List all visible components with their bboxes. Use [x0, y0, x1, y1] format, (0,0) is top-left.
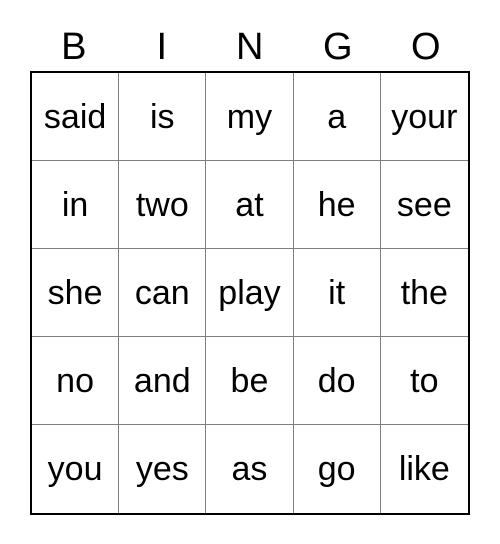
- bingo-cell[interactable]: can: [119, 249, 207, 336]
- bingo-cell[interactable]: yes: [119, 425, 207, 513]
- bingo-cell[interactable]: he: [294, 161, 381, 248]
- bingo-cell[interactable]: be: [206, 337, 294, 424]
- bingo-row: you yes as go like: [32, 425, 468, 513]
- bingo-cell[interactable]: you: [32, 425, 120, 513]
- bingo-cell[interactable]: as: [206, 425, 294, 513]
- bingo-cell[interactable]: do: [294, 337, 381, 424]
- bingo-cell[interactable]: at: [206, 161, 294, 248]
- bingo-cell[interactable]: a: [294, 73, 381, 160]
- bingo-cell[interactable]: play: [206, 249, 294, 336]
- bingo-header-letter-n: N: [236, 26, 264, 68]
- bingo-cell[interactable]: go: [294, 425, 381, 513]
- bingo-header-letter-b: B: [61, 26, 87, 68]
- bingo-row: she can play it the: [32, 249, 468, 337]
- bingo-card: B I N G O said is my a your in two at he…: [0, 0, 500, 544]
- bingo-cell[interactable]: it: [294, 249, 381, 336]
- bingo-header-letter-i: I: [156, 26, 168, 68]
- bingo-row: said is my a your: [32, 73, 468, 161]
- bingo-cell[interactable]: the: [381, 249, 468, 336]
- bingo-cell[interactable]: two: [119, 161, 207, 248]
- bingo-cell[interactable]: to: [381, 337, 468, 424]
- bingo-cell[interactable]: said: [32, 73, 120, 160]
- bingo-cell[interactable]: my: [206, 73, 294, 160]
- bingo-cell[interactable]: in: [32, 161, 120, 248]
- bingo-cell[interactable]: is: [119, 73, 207, 160]
- bingo-row: no and be do to: [32, 337, 468, 425]
- bingo-cell[interactable]: she: [32, 249, 120, 336]
- bingo-cell[interactable]: see: [381, 161, 468, 248]
- bingo-grid: said is my a your in two at he see she c…: [30, 71, 470, 515]
- bingo-cell[interactable]: like: [381, 425, 468, 513]
- bingo-row: in two at he see: [32, 161, 468, 249]
- bingo-cell[interactable]: and: [119, 337, 207, 424]
- bingo-header-letter-g: G: [322, 26, 354, 68]
- bingo-header-row: B I N G O: [30, 24, 470, 70]
- bingo-header-letter-o: O: [410, 26, 442, 68]
- bingo-cell[interactable]: no: [32, 337, 120, 424]
- bingo-cell[interactable]: your: [381, 73, 468, 160]
